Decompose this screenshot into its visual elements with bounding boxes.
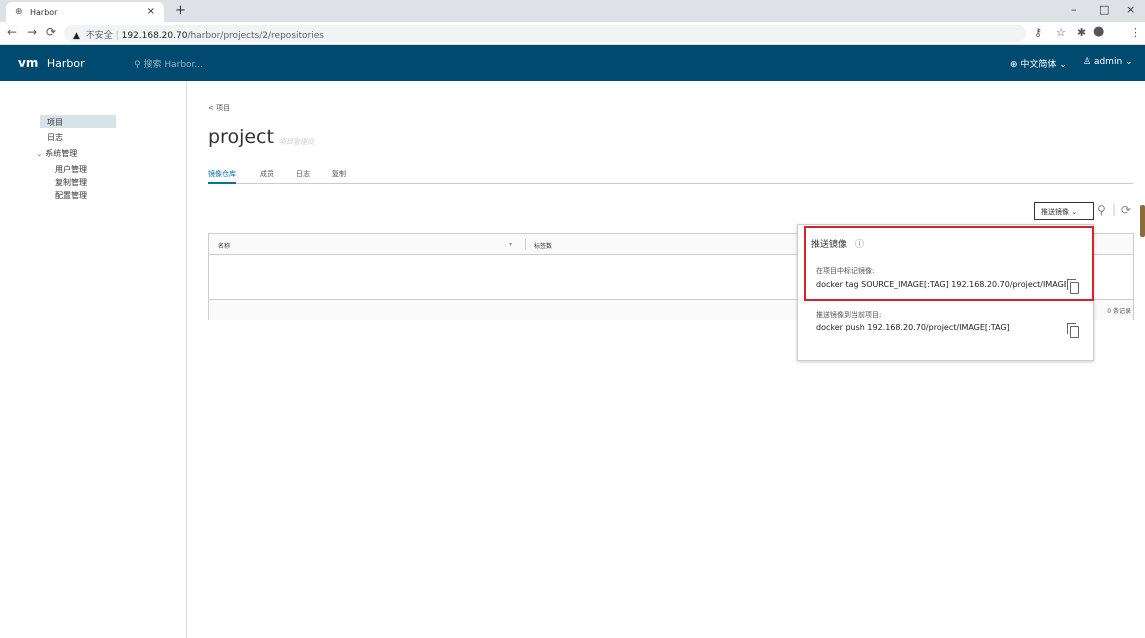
chevron-down-icon: ⌄ — [1071, 208, 1078, 216]
url-host: 192.168.20.70 — [121, 31, 188, 41]
tab-members[interactable]: 成员 — [260, 169, 274, 179]
resize-handle[interactable] — [1140, 205, 1145, 237]
brand[interactable]: vm Harbor — [18, 56, 85, 70]
tab-repositories[interactable]: 镜像仓库 — [208, 169, 236, 184]
app-header: vm Harbor ⚲ 搜索 Harbor... ⊕ 中文简体 ⌄ ♙ admi… — [0, 45, 1145, 81]
address-bar[interactable]: ▲ 不安全 | 192.168.20.70/harbor/projects/2/… — [64, 25, 1026, 42]
vm-logo: vm — [18, 56, 39, 70]
user-icon: ♙ — [1083, 57, 1092, 67]
globe-icon: ⊕ — [1010, 60, 1018, 70]
forward-icon[interactable]: → — [27, 25, 37, 39]
browser-tab[interactable]: ⊕ Harbor × — [6, 2, 164, 22]
maximize-button[interactable]: □ — [1099, 3, 1109, 16]
sidebar-item-users[interactable]: 用户管理 — [55, 164, 87, 175]
browser-tab-strip: ⊕ Harbor × + – □ × — [0, 0, 1145, 22]
chevron-down-icon: ⌄ — [36, 149, 46, 158]
project-tabs: 镜像仓库 成员 日志 复制 — [208, 167, 1133, 184]
sidebar-item-label: 用户管理 — [55, 165, 87, 174]
sidebar-item-label: 日志 — [47, 133, 63, 142]
search-placeholder: 搜索 Harbor... — [143, 60, 203, 70]
column-separator — [525, 239, 526, 250]
url-path: /harbor/projects/2/repositories — [187, 31, 324, 41]
refresh-icon[interactable]: ⟳ — [1121, 203, 1131, 217]
column-tags-header[interactable]: 标签数 — [534, 241, 552, 250]
push-image-label: 推送镜像 — [1041, 208, 1069, 216]
tab-replication[interactable]: 复制 — [332, 169, 346, 179]
record-count: 0 条记录 — [1107, 308, 1131, 315]
global-search[interactable]: ⚲ 搜索 Harbor... — [134, 57, 203, 70]
sidebar-item-label: 项目 — [47, 118, 63, 127]
chevron-down-icon: ⌄ — [1059, 60, 1067, 70]
profile-icon[interactable]: ● — [1093, 24, 1104, 39]
key-icon[interactable]: ⚷ — [1034, 26, 1042, 39]
security-warning-label: 不安全 — [85, 31, 113, 41]
extension-icon[interactable]: ✱ — [1077, 26, 1086, 39]
new-tab-button[interactable]: + — [175, 3, 186, 18]
browser-tab-title: Harbor — [30, 8, 58, 17]
toolbar-divider: | — [1112, 202, 1117, 216]
menu-icon[interactable]: ⋮ — [1130, 26, 1141, 39]
sidebar-item-projects[interactable]: 项目 — [40, 115, 116, 128]
language-dropdown[interactable]: ⊕ 中文简体 ⌄ — [1010, 57, 1067, 70]
window-close-button[interactable]: × — [1126, 3, 1135, 16]
browser-toolbar: ← → ⟳ ▲ 不安全 | 192.168.20.70/harbor/proje… — [0, 22, 1145, 45]
filter-icon[interactable]: ▾ — [509, 241, 512, 248]
reload-icon[interactable]: ⟳ — [46, 25, 56, 39]
minimize-button[interactable]: – — [1071, 3, 1077, 16]
push-command[interactable]: docker push 192.168.20.70/project/IMAGE[… — [816, 323, 1066, 332]
breadcrumb[interactable]: < 项目 — [208, 103, 230, 113]
app-name: Harbor — [46, 57, 85, 70]
user-name: admin — [1093, 57, 1123, 67]
star-icon[interactable]: ☆ — [1056, 26, 1066, 39]
push-instruction-label: 推送镜像到当前项目: — [816, 311, 882, 319]
highlight-box — [804, 226, 1094, 301]
search-icon[interactable]: ⚲ — [1097, 203, 1106, 217]
page-title: project — [208, 126, 274, 148]
back-icon[interactable]: ← — [7, 25, 17, 39]
sidebar-item-logs[interactable]: 日志 — [47, 132, 63, 143]
project-role: 项目管理员 — [279, 138, 314, 146]
sidebar: 项目 日志 ⌄ 系统管理 用户管理 复制管理 配置管理 — [0, 81, 187, 638]
sidebar-item-label: 系统管理 — [45, 149, 78, 158]
language-label: 中文简体 — [1020, 60, 1057, 70]
warning-icon: ▲ — [73, 31, 80, 41]
copy-icon[interactable] — [1067, 323, 1079, 338]
sidebar-item-label: 复制管理 — [55, 178, 87, 187]
close-tab-icon[interactable]: × — [147, 6, 155, 17]
globe-icon: ⊕ — [15, 7, 23, 17]
push-image-button[interactable]: 推送镜像 ⌄ — [1034, 202, 1094, 220]
search-icon: ⚲ — [134, 60, 141, 70]
sidebar-item-configuration[interactable]: 配置管理 — [55, 190, 87, 201]
sidebar-group-admin[interactable]: ⌄ 系统管理 — [36, 148, 77, 159]
chevron-down-icon: ⌄ — [1125, 57, 1133, 67]
column-name-header[interactable]: 名称 — [218, 241, 230, 250]
user-dropdown[interactable]: ♙ admin ⌄ — [1083, 57, 1133, 67]
sidebar-item-label: 配置管理 — [55, 191, 87, 200]
tab-logs[interactable]: 日志 — [296, 169, 310, 179]
sidebar-item-replication[interactable]: 复制管理 — [55, 177, 87, 188]
